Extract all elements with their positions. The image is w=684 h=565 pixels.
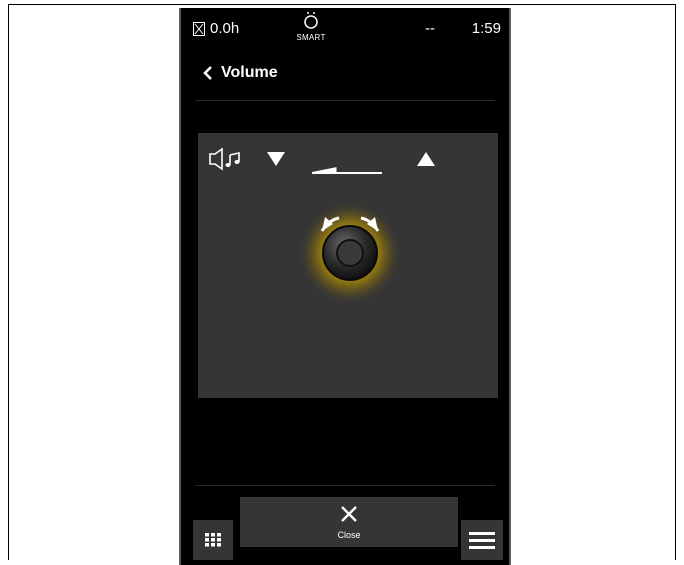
volume-controls [198,145,498,174]
menu-button[interactable] [461,520,503,560]
hourglass-icon [193,21,205,36]
menu-icon [469,532,495,549]
status-bar: 0.0h SMART -- 1:59 [181,8,509,46]
close-label: Close [337,530,361,540]
header-divider [195,100,495,101]
volume-panel [198,133,498,398]
smart-bulb-icon [304,12,318,29]
smart-label: SMART [296,33,326,42]
apps-button[interactable] [193,520,233,560]
rotary-knob-icon[interactable] [295,198,405,308]
grid-icon [205,533,221,547]
page-title: Volume [221,64,278,81]
device-screen: 0.0h SMART -- 1:59 Volume Close [179,8,511,565]
close-button[interactable]: Close [240,497,458,547]
volume-down-icon[interactable] [266,151,286,167]
volume-up-icon[interactable] [416,151,436,167]
signal-status: -- [425,20,435,37]
volume-level-icon [312,167,382,174]
close-icon [341,506,357,522]
timer-value: 0.0h [210,20,240,37]
smart-indicator: SMART [291,12,331,42]
clock: 1:59 [471,20,501,37]
back-chevron-icon[interactable] [203,66,213,80]
timer-status: 0.0h [193,20,239,37]
footer-divider [195,485,495,486]
header[interactable]: Volume [203,64,278,82]
speaker-music-icon [209,147,240,171]
